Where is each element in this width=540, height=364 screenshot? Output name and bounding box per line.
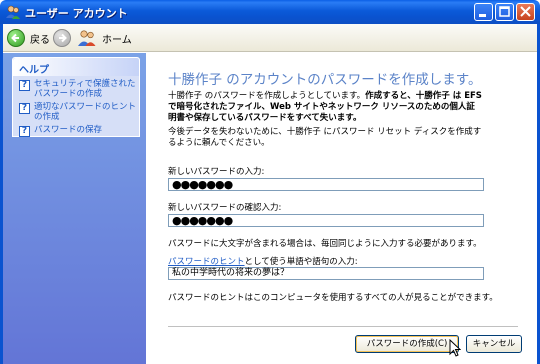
password-hint-link[interactable]: パスワードのヒント (168, 257, 245, 267)
cancel-button[interactable]: キャンセル (466, 335, 522, 353)
hint-visibility-note: パスワードのヒントはこのコンピュータを使用するすべての人が見ることができます。 (168, 293, 498, 303)
warning-paragraph: 十勝作子 のパスワードを作成しようとしています。作成すると、十勝作子 は EFS… (168, 91, 483, 124)
mouse-pointer-icon (449, 339, 461, 357)
new-password-value: ●●●●●●● (172, 178, 233, 191)
forward-arrow-icon (53, 29, 71, 47)
minimize-button[interactable] (474, 3, 493, 21)
navigation-toolbar: 戻る ホーム (3, 24, 537, 52)
create-password-button[interactable]: パスワードの作成(C) (355, 335, 459, 353)
help-link-label[interactable]: セキュリティで保護されたパスワードの作成 (34, 79, 139, 99)
confirm-password-label: 新しいパスワードの確認入力: (168, 203, 282, 213)
main-content: 十勝作子 のアカウントのパスワードを作成します。 十勝作子 のパスワードを作成し… (146, 53, 537, 364)
help-question-icon: ? (19, 103, 30, 114)
close-button[interactable] (516, 3, 535, 21)
forward-button[interactable] (53, 28, 71, 48)
back-arrow-icon (7, 29, 25, 47)
minimize-icon (479, 14, 486, 17)
confirm-password-value: ●●●●●●● (172, 214, 233, 227)
help-link-save-password[interactable]: ? パスワードの保存 (19, 125, 139, 137)
back-button[interactable]: 戻る (7, 28, 50, 48)
title-bar[interactable]: ユーザー アカウント (0, 0, 540, 24)
window-title: ユーザー アカウント (25, 7, 128, 20)
hint-label-text: として使う単語や語句の入力: (244, 257, 358, 267)
maximize-button[interactable] (495, 3, 514, 21)
help-link-label[interactable]: パスワードの保存 (34, 125, 102, 135)
maximize-icon (499, 6, 510, 17)
page-heading: 十勝作子 のアカウントのパスワードを作成します。 (168, 72, 482, 88)
close-icon (520, 6, 531, 17)
home-button[interactable]: ホーム (77, 28, 132, 48)
help-link-label[interactable]: 適切なパスワードのヒントの作成 (34, 102, 139, 122)
reset-disk-note: 今後データを失わないために、十勝作子 にパスワード リセット ディスクを作成する… (168, 127, 482, 148)
back-label: 戻る (30, 34, 50, 46)
help-question-icon: ? (19, 126, 30, 137)
help-panel-title: ヘルプ (13, 58, 139, 76)
help-panel: ヘルプ ? セキュリティで保護されたパスワードの作成 ? 適切なパスワードのヒン… (12, 57, 140, 137)
home-users-icon (78, 30, 96, 46)
confirm-password-field[interactable]: ●●●●●●● (168, 214, 484, 227)
password-hint-field[interactable]: 私の中学時代の将来の夢は？ (168, 267, 484, 280)
hint-label: パスワードのヒントとして使う単語や語句の入力: (168, 255, 358, 267)
home-label: ホーム (102, 34, 132, 46)
help-link-password-hint[interactable]: ? 適切なパスワードのヒントの作成 (19, 102, 139, 122)
help-link-secure-password[interactable]: ? セキュリティで保護されたパスワードの作成 (19, 79, 139, 99)
help-question-icon: ? (19, 80, 30, 91)
warning-plain-text: 十勝作子 のパスワードを作成しようとしています。 (168, 91, 366, 101)
case-sensitivity-note: パスワードに大文字が含まれる場合は、毎回同じように入力する必要があります。 (168, 239, 482, 249)
divider (168, 326, 518, 327)
new-password-field[interactable]: ●●●●●●● (168, 178, 484, 191)
user-accounts-icon (6, 5, 20, 19)
task-pane: ヘルプ ? セキュリティで保護されたパスワードの作成 ? 適切なパスワードのヒン… (3, 53, 146, 364)
new-password-label: 新しいパスワードの入力: (168, 167, 265, 177)
password-hint-value: 私の中学時代の将来の夢は？ (172, 268, 290, 278)
